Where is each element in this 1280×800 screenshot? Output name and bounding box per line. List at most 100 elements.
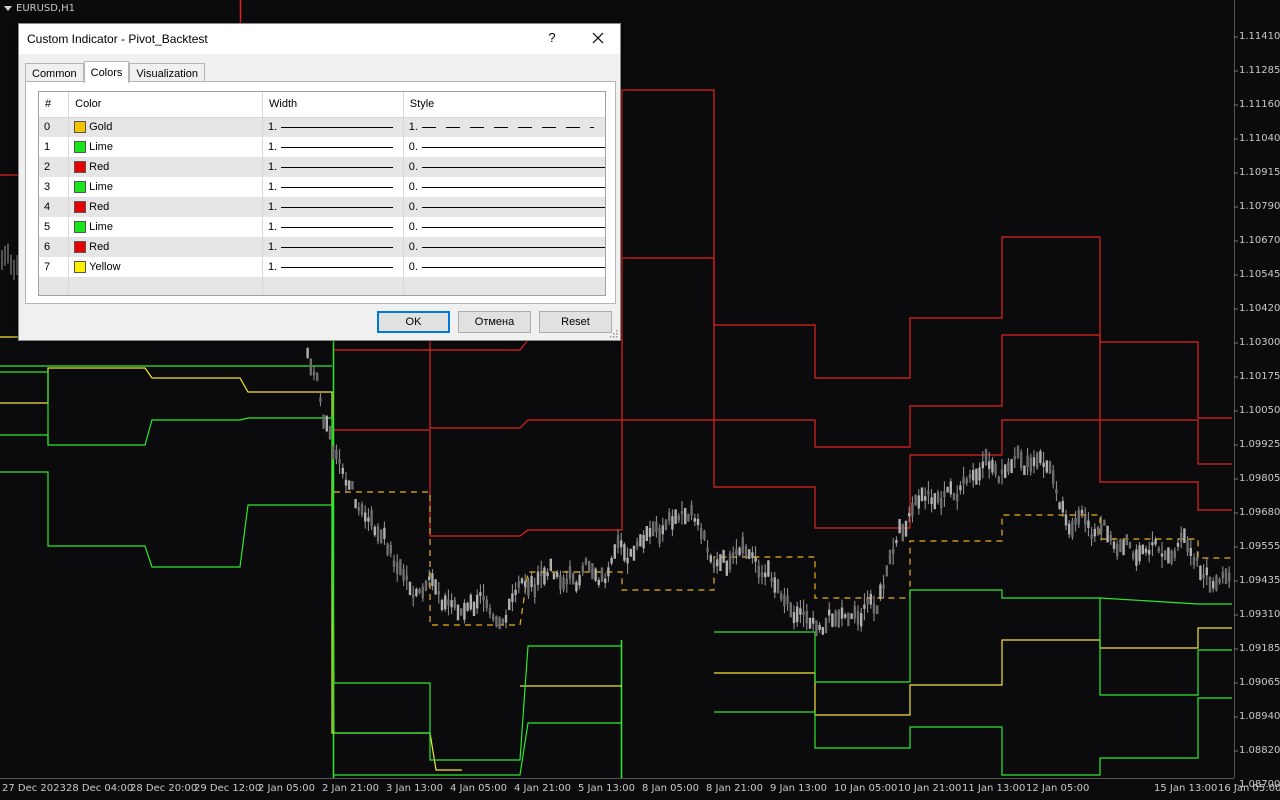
candle-body	[600, 567, 604, 582]
row-width-cell[interactable]: 1.	[262, 137, 404, 157]
candle-body	[674, 509, 677, 525]
width-value: 1.	[268, 141, 278, 153]
candle-body	[428, 576, 431, 581]
ok-button[interactable]: OK	[377, 311, 450, 333]
color-swatch[interactable]	[74, 241, 87, 254]
candle-body	[850, 613, 853, 619]
price-tick-label: 1.09185	[1239, 643, 1280, 654]
candle-body	[434, 579, 437, 595]
candle-body	[514, 589, 517, 595]
row-color-cell[interactable]: Red	[68, 237, 264, 257]
row-color-cell[interactable]: Yellow	[68, 257, 264, 277]
candle-body	[658, 527, 661, 544]
table-row[interactable]: 5 Lime 1. 0.	[39, 217, 605, 237]
candle-body	[805, 610, 808, 624]
row-color-cell[interactable]: Lime	[68, 177, 264, 197]
candle-body	[1173, 550, 1176, 558]
color-swatch[interactable]	[74, 201, 87, 214]
candle-body	[872, 603, 876, 614]
help-button[interactable]: ?	[542, 30, 562, 45]
color-swatch[interactable]	[74, 161, 87, 174]
header-index[interactable]: #	[39, 92, 70, 118]
row-color-cell[interactable]: Red	[68, 197, 264, 217]
row-index: 1	[39, 137, 70, 157]
candle-body	[930, 497, 933, 505]
dropdown-triangle-icon[interactable]	[4, 6, 12, 11]
candle-body	[431, 573, 434, 587]
row-width-cell[interactable]: 1.	[262, 257, 404, 277]
tab-colors[interactable]: Colors	[83, 61, 130, 83]
resize-grip-icon[interactable]	[610, 330, 618, 338]
candle-body	[613, 544, 616, 559]
candle-body	[453, 599, 456, 608]
tab-common[interactable]: Common	[25, 63, 84, 83]
candle-body	[1208, 576, 1212, 593]
row-width-cell[interactable]: 1.	[262, 177, 404, 197]
chart-symbol[interactable]: EURUSD,H1	[4, 3, 75, 14]
table-row[interactable]: 0 Gold 1. 1.	[39, 117, 605, 137]
close-icon[interactable]	[588, 28, 608, 48]
row-style-cell[interactable]: 0.	[403, 197, 605, 217]
row-style-cell[interactable]: 0.	[403, 257, 605, 277]
candle-body	[879, 584, 882, 599]
row-width-cell[interactable]: 1.	[262, 237, 404, 257]
color-swatch[interactable]	[74, 141, 87, 154]
candle-body	[892, 548, 895, 554]
candle-body	[856, 611, 860, 625]
row-color-cell[interactable]: Red	[68, 157, 264, 177]
row-color-cell[interactable]: Gold	[68, 117, 264, 137]
row-width-cell[interactable]: 1.	[262, 217, 404, 237]
table-row[interactable]: 7 Yellow 1. 0.	[39, 257, 605, 277]
row-color-cell[interactable]: Lime	[68, 217, 264, 237]
table-row[interactable]: 3 Lime 1. 0.	[39, 177, 605, 197]
candle-body	[1084, 515, 1087, 525]
reset-button[interactable]: Reset	[539, 311, 612, 333]
candle-body	[1192, 557, 1196, 566]
table-row[interactable]: 6 Red 1. 0.	[39, 237, 605, 257]
row-color-cell[interactable]: Lime	[68, 137, 264, 157]
cancel-button[interactable]: Отмена	[458, 311, 531, 333]
dialog-titlebar[interactable]: Custom Indicator - Pivot_Backtest ?	[19, 24, 620, 54]
candle-body	[1164, 550, 1167, 561]
row-style-cell[interactable]: 0.	[403, 137, 605, 157]
time-tick-label: 2 Jan 21:00	[322, 783, 379, 794]
row-width-cell[interactable]: 1.	[262, 157, 404, 177]
candle-body	[824, 617, 828, 634]
row-style-cell[interactable]: 1.	[403, 117, 605, 137]
table-row[interactable]: 4 Red 1. 0.	[39, 197, 605, 217]
candle-body	[754, 557, 757, 562]
color-swatch[interactable]	[74, 121, 87, 134]
candle-body	[418, 589, 421, 593]
row-style-cell[interactable]: 0.	[403, 157, 605, 177]
candle-body	[962, 477, 965, 485]
s3-right	[714, 697, 1232, 776]
table-row[interactable]: 1 Lime 1. 0.	[39, 137, 605, 157]
candle-body	[1128, 542, 1132, 548]
candle-body	[946, 486, 949, 493]
header-width[interactable]: Width	[262, 92, 404, 118]
color-name: Red	[89, 161, 110, 174]
header-style[interactable]: Style	[403, 92, 605, 118]
price-tick-label: 1.09925	[1239, 439, 1280, 450]
candle-body	[472, 601, 476, 616]
color-swatch[interactable]	[74, 221, 87, 234]
tab-visualization[interactable]: Visualization	[129, 63, 205, 83]
color-swatch[interactable]	[74, 181, 87, 194]
row-width-cell[interactable]: 1.	[262, 197, 404, 217]
row-style-cell[interactable]: 0.	[403, 237, 605, 257]
time-tick-label: 28 Dec 04:00	[66, 783, 134, 794]
color-swatch[interactable]	[74, 261, 87, 274]
row-style-cell[interactable]: 0.	[403, 177, 605, 197]
candle-body	[700, 528, 703, 539]
candle-body	[1138, 545, 1141, 562]
candle-body	[952, 493, 956, 501]
candle-body	[312, 371, 316, 376]
table-row[interactable]: 2 Red 1. 0.	[39, 157, 605, 177]
header-color[interactable]: Color	[68, 92, 264, 118]
row-style-cell[interactable]: 0.	[403, 217, 605, 237]
candle-body	[840, 607, 844, 619]
row-width-cell[interactable]: 1.	[262, 117, 404, 137]
candle-body	[1167, 547, 1170, 564]
candle-body	[1068, 523, 1071, 535]
row-index: 6	[39, 237, 70, 257]
